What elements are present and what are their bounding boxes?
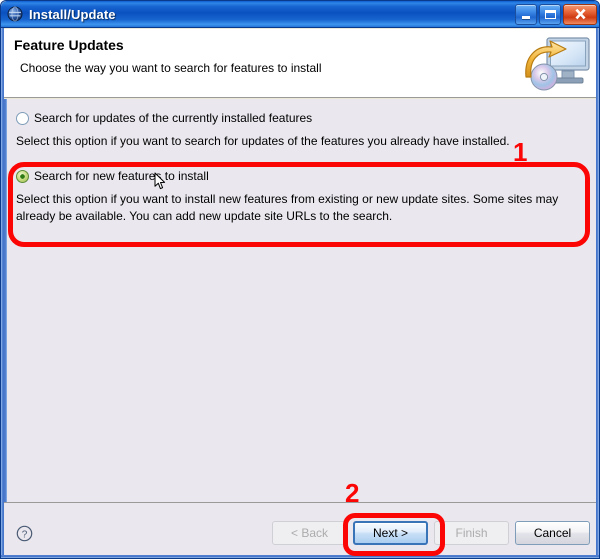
monitor-cd-update-icon [520,33,592,95]
maximize-icon [544,9,556,19]
title-bar[interactable]: Install/Update [1,1,599,28]
cancel-button[interactable]: Cancel [515,521,590,545]
dialog-content: Search for updates of the currently inst… [2,99,599,502]
radio-search-new-features[interactable] [16,170,29,183]
option-1-description: Select this option if you want to search… [16,134,510,148]
annotation-step-1: 1 [513,137,528,167]
option-2-label: Search for new features to install [34,169,209,183]
svg-text:?: ? [22,529,28,540]
option-2-row[interactable]: Search for new features to install [16,169,582,183]
dialog-header: Feature Updates Choose the way you want … [2,29,599,98]
option-search-new-features[interactable]: Search for new features to install Selec… [16,169,582,225]
radio-search-updates-installed[interactable] [16,112,29,125]
title-bar-left: Install/Update [1,6,515,22]
next-button[interactable]: Next > [353,521,428,545]
eclipse-sphere-icon [7,6,23,22]
option-search-updates-installed[interactable]: Search for updates of the currently inst… [16,111,582,150]
close-icon [574,8,586,20]
page-title: Feature Updates [14,37,124,53]
window-title: Install/Update [29,6,116,22]
option-2-description: Select this option if you want to instal… [16,192,559,223]
window-bottom-edge [1,555,599,558]
footer-button-row: < Back Next > Finish Cancel [272,521,590,545]
minimize-button[interactable] [515,3,537,25]
finish-button: Finish [434,521,509,545]
window-right-edge [596,28,599,558]
option-1-row[interactable]: Search for updates of the currently inst… [16,111,582,125]
maximize-button[interactable] [539,3,561,25]
back-button: < Back [272,521,347,545]
minimize-icon [522,16,530,19]
option-1-label: Search for updates of the currently inst… [34,111,313,125]
window-left-edge [1,28,4,558]
dialog-footer: ? < Back Next > Finish Cancel [2,502,599,558]
install-update-dialog: Install/Update Feature Updates Choose th… [0,0,600,559]
window-controls [515,3,599,25]
page-subtitle: Choose the way you want to search for fe… [20,61,322,75]
close-button[interactable] [563,3,597,25]
annotation-step-2: 2 [345,478,360,508]
help-question-icon[interactable]: ? [16,525,33,542]
